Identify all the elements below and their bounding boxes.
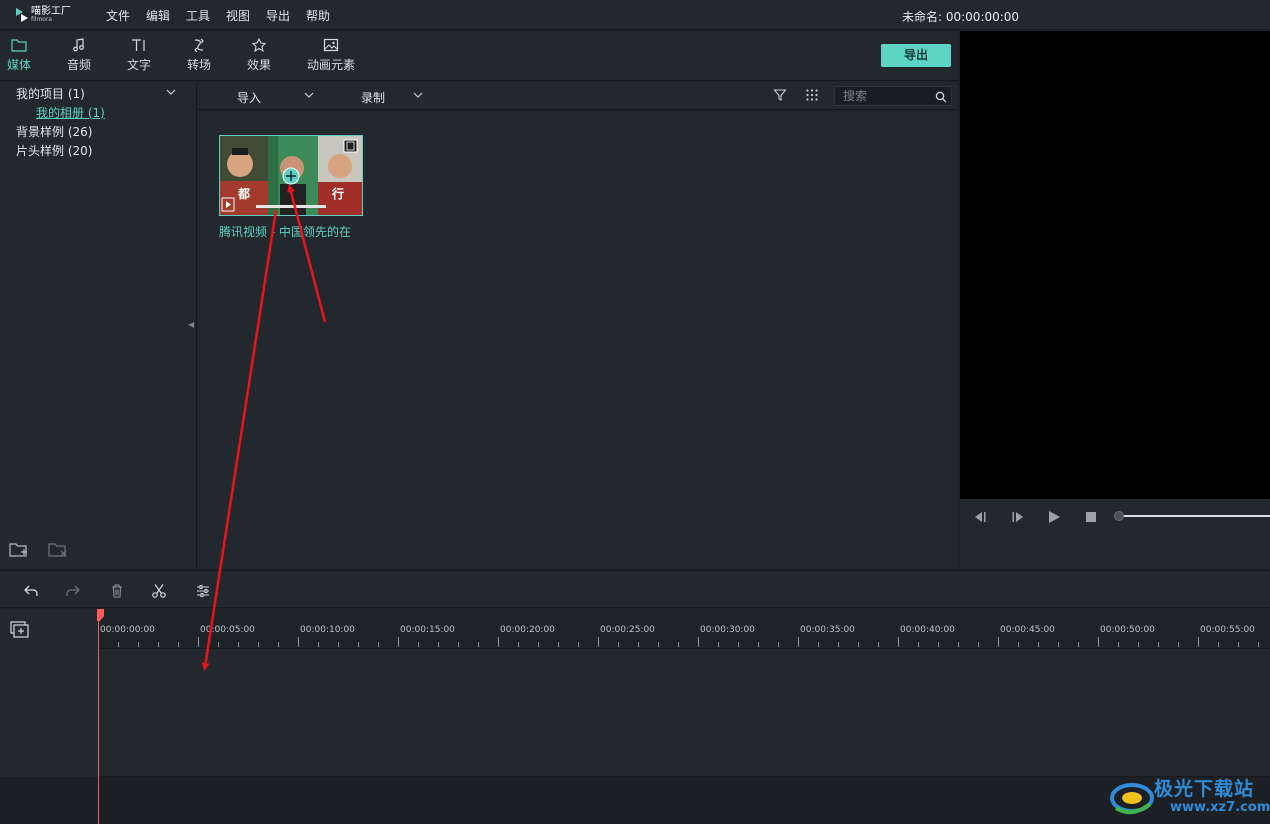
tab-text-label: 文字 (126, 58, 151, 72)
tab-effects[interactable]: 效果 (229, 37, 289, 73)
tab-text[interactable]: 文字 (109, 37, 169, 73)
image-icon (322, 37, 340, 53)
previous-frame-icon[interactable] (972, 509, 988, 525)
ruler-tick-label: 00:00:05:00 (200, 625, 255, 635)
progress-knob[interactable] (1114, 511, 1124, 521)
add-track-icon[interactable] (10, 621, 29, 638)
transition-icon (190, 37, 208, 53)
effects-icon (250, 37, 268, 53)
import-chevron-down-icon[interactable] (304, 92, 314, 98)
tab-elements[interactable]: 动画元素 (301, 37, 361, 73)
filmora-logo-icon (16, 8, 28, 22)
app-logo: 喵影工厂 filmora (16, 6, 76, 24)
clip-name[interactable]: 腾讯视频 - 中国领先的在 (219, 223, 351, 240)
media-library: 都 行 腾讯视频 - 中国领先的在 (198, 111, 958, 569)
redo-icon[interactable] (65, 583, 81, 599)
ruler-tick-label: 00:00:25:00 (600, 625, 655, 635)
watermark-url: www.xz7.com (1170, 800, 1270, 815)
clip-frames: 都 行 (220, 136, 362, 215)
search-box (834, 86, 952, 106)
player-controls (960, 499, 1270, 569)
tab-transition[interactable]: 转场 (169, 37, 229, 73)
record-button[interactable]: 录制 (361, 89, 385, 106)
filter-icon[interactable] (773, 88, 787, 102)
tab-media-label: 媒体 (6, 58, 31, 72)
video-track[interactable] (98, 649, 1270, 777)
chevron-down-icon[interactable] (166, 88, 176, 96)
export-button[interactable]: 导出 (881, 44, 951, 67)
track-header-lower (0, 777, 98, 824)
ruler-ticks (98, 637, 1259, 647)
next-frame-icon[interactable] (1010, 509, 1026, 525)
search-input[interactable] (843, 89, 933, 103)
import-button[interactable]: 导入 (237, 89, 261, 106)
menu-tools[interactable]: 工具 (186, 7, 210, 24)
frame-text-1: 都 (237, 186, 250, 201)
timeline-toolbar (0, 570, 1270, 608)
ruler-tick-label: 00:00:50:00 (1100, 625, 1155, 635)
media-clip-thumbnail[interactable]: 都 行 (219, 135, 363, 216)
ruler-tick-label: 00:00:55:00 (1200, 625, 1255, 635)
adjust-icon[interactable] (195, 583, 211, 599)
ruler-tick-label: 00:00:00:00 (100, 625, 155, 635)
ruler-tick-label: 00:00:35:00 (800, 625, 855, 635)
undo-icon[interactable] (23, 583, 39, 599)
menu-export[interactable]: 导出 (266, 7, 290, 24)
new-folder-icon[interactable] (8, 540, 30, 558)
play-icon[interactable] (1046, 509, 1062, 525)
search-icon[interactable] (935, 91, 947, 103)
tree-background-samples[interactable]: 背景样例 (26) (16, 123, 92, 140)
folder-icon (10, 37, 28, 53)
watermark-text: 极光下载站 (1154, 778, 1255, 800)
playhead[interactable] (98, 609, 99, 824)
menu-bar: 喵影工厂 filmora 文件 编辑 工具 视图 导出 帮助 未命名: 00:0… (0, 0, 1270, 30)
menu-view[interactable]: 视图 (226, 7, 250, 24)
ruler-tick-label: 00:00:15:00 (400, 625, 455, 635)
collapse-sidebar-icon[interactable]: ◀ (188, 320, 194, 329)
ruler-tick-label: 00:00:45:00 (1000, 625, 1055, 635)
scissors-icon[interactable] (151, 583, 167, 599)
audio-track[interactable] (98, 777, 1270, 824)
text-icon (130, 37, 148, 53)
media-toolbar: 导入 录制 (198, 82, 958, 110)
tree-my-album[interactable]: 我的相册 (1) (36, 104, 105, 121)
ruler-tick-label: 00:00:40:00 (900, 625, 955, 635)
grid-view-icon[interactable] (805, 88, 819, 102)
tab-audio[interactable]: 音频 (49, 37, 109, 73)
tool-tabs: 媒体 音频 文字 转场 效果 动画元素 导出 (0, 31, 958, 81)
ruler-tick-label: 00:00:30:00 (700, 625, 755, 635)
tree-my-project[interactable]: 我的项目 (1) (16, 85, 85, 102)
tab-media[interactable]: 媒体 (0, 37, 49, 73)
project-sidebar: 我的项目 (1) 我的相册 (1) 背景样例 (26) 片头样例 (20) ◀ (0, 82, 197, 569)
music-note-icon (70, 37, 88, 53)
record-chevron-down-icon[interactable] (413, 92, 423, 98)
ruler-tick-label: 00:00:10:00 (300, 625, 355, 635)
delete-icon[interactable] (109, 583, 125, 599)
tab-elements-label: 动画元素 (306, 58, 355, 72)
progress-slider[interactable] (1115, 515, 1270, 517)
menu-edit[interactable]: 编辑 (146, 7, 170, 24)
watermark: 极光下载站 www.xz7.com (1110, 772, 1270, 822)
ruler-tick-label: 00:00:20:00 (500, 625, 555, 635)
document-title: 未命名: 00:00:00:00 (902, 10, 1020, 24)
timeline-ruler[interactable]: 00:00:00:00 00:00:05:00 00:00:10:00 00:00:1… (98, 609, 1270, 649)
tab-effects-label: 效果 (246, 58, 271, 72)
menu-help[interactable]: 帮助 (306, 7, 330, 24)
stop-icon[interactable] (1083, 509, 1099, 525)
tree-intro-samples[interactable]: 片头样例 (20) (16, 142, 92, 159)
tab-audio-label: 音频 (66, 58, 91, 72)
tab-transition-label: 转场 (186, 58, 211, 72)
menu-file[interactable]: 文件 (106, 7, 130, 24)
delete-folder-icon[interactable] (47, 540, 69, 558)
logo-subtext: filmora (31, 16, 53, 23)
frame-text-2: 行 (331, 186, 344, 201)
watermark-logo-icon (1110, 783, 1154, 815)
preview-player[interactable] (960, 31, 1270, 499)
